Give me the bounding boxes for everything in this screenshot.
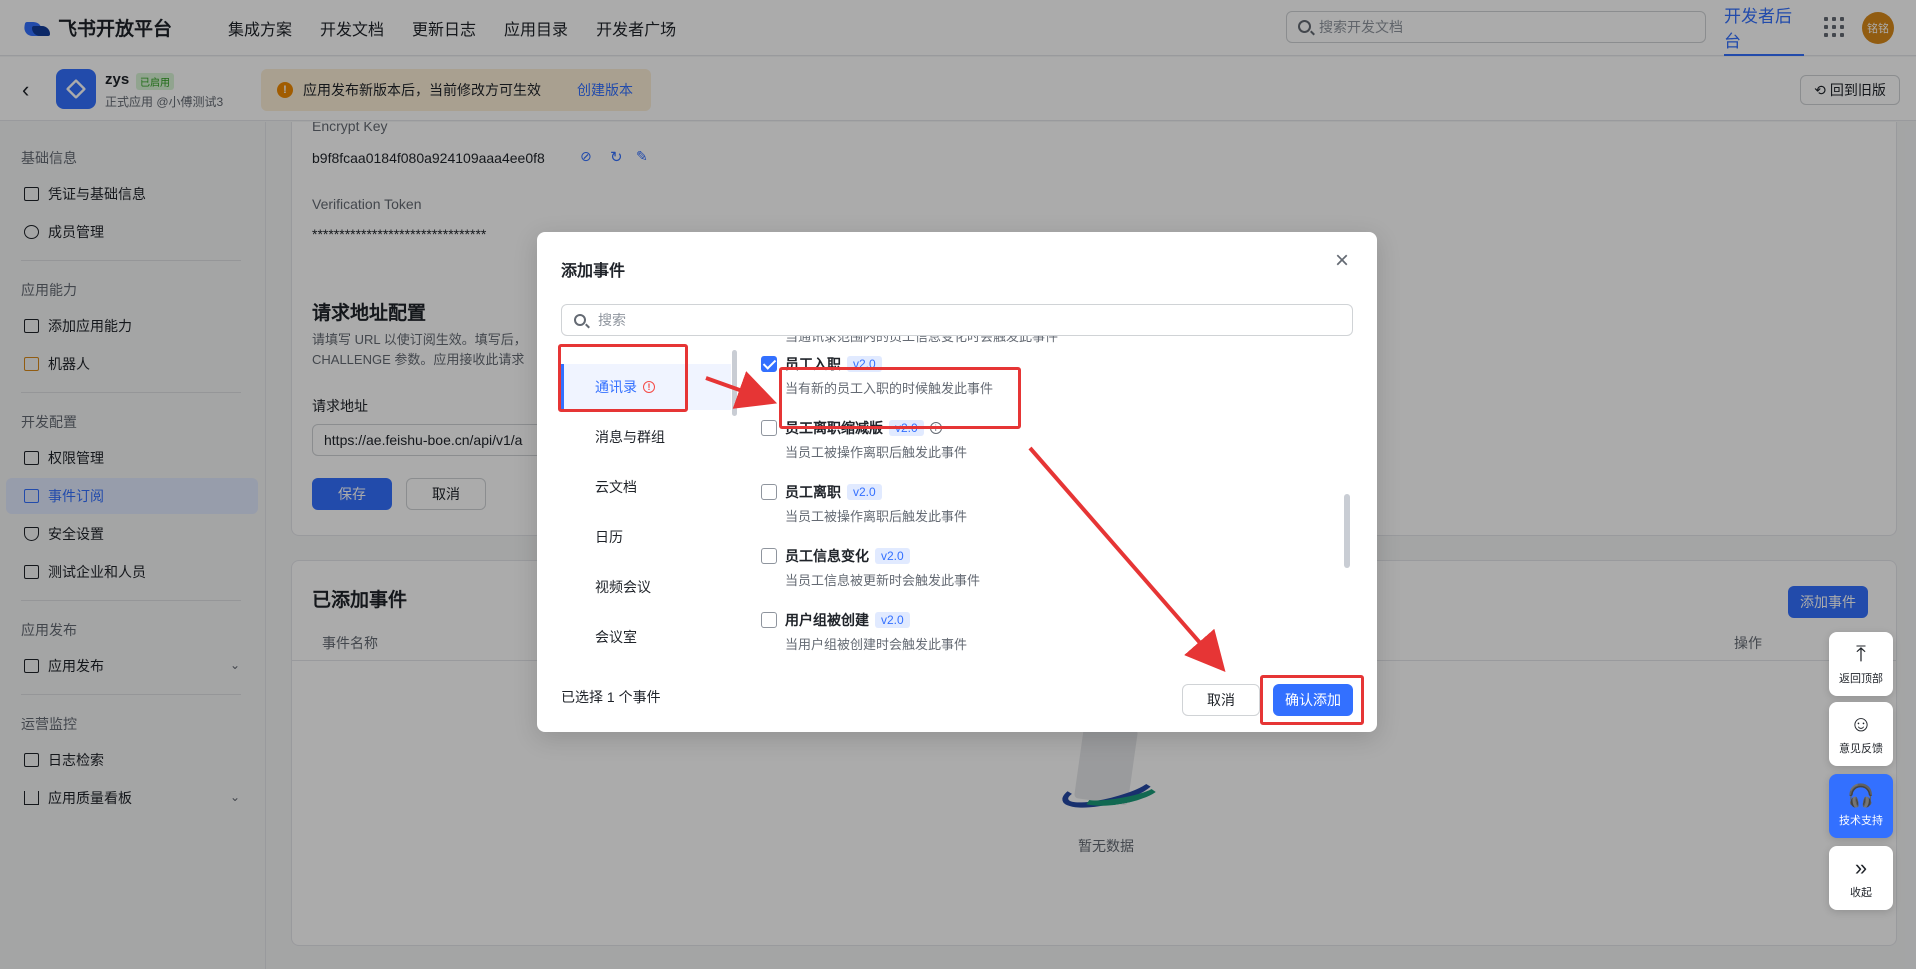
event-item-group-created[interactable]: 用户组被创建 v2.0 当用户组被创建时会触发此事件 [761,604,1321,660]
collapse-button[interactable]: » 收起 [1829,846,1893,910]
event-name: 用户组被创建 v2.0 [785,610,910,630]
category-docs[interactable]: 云文档 [561,464,731,510]
category-video-meeting[interactable]: 视频会议 [561,564,731,610]
highlight-box-event [779,367,1021,429]
highlight-box-confirm [1260,675,1364,725]
dialog-title: 添加事件 [561,263,626,280]
event-name: 员工信息变化 v2.0 [785,546,910,566]
category-scrollbar[interactable] [732,350,737,416]
event-list-scrollbar[interactable] [1344,494,1350,568]
add-event-dialog: 添加事件 × 搜索 通讯录! 消息与群组 云文档 日历 视频会议 会议室 当通讯… [537,232,1377,732]
double-chevron-right-icon: » [1854,855,1868,880]
tech-support-button[interactable]: 🎧 技术支持 [1829,774,1893,838]
event-desc: 当员工信息被更新时会触发此事件 [785,573,981,588]
event-desc: 当用户组被创建时会触发此事件 [785,637,968,652]
event-desc-partial: 当通讯录范围内的员工信息变化时会触发此事件 [785,336,1059,344]
event-desc: 当员工被操作离职后触发此事件 [785,509,968,524]
event-desc: 当员工被操作离职后触发此事件 [785,445,968,460]
category-messages[interactable]: 消息与群组 [561,414,731,460]
event-item-employee-leave[interactable]: 员工离职 v2.0 当员工被操作离职后触发此事件 [761,476,1321,532]
selected-count: 已选择 1 个事件 [561,689,661,705]
event-checkbox[interactable] [761,484,777,500]
event-checkbox[interactable] [761,548,777,564]
dialog-cancel-button[interactable]: 取消 [1182,684,1260,716]
smile-icon: ☺ [1849,711,1873,736]
event-item-employee-updated[interactable]: 员工信息变化 v2.0 当员工信息被更新时会触发此事件 [761,540,1321,596]
category-calendar[interactable]: 日历 [561,514,731,560]
category-meeting-room[interactable]: 会议室 [561,614,731,660]
event-name: 员工离职 v2.0 [785,482,882,502]
headset-icon: 🎧 [1847,783,1875,808]
list-item: 当通讯录范围内的员工信息变化时会触发此事件 [761,336,1321,348]
back-to-top-button[interactable]: ⤒ 返回顶部 [1829,632,1893,696]
event-checkbox[interactable] [761,420,777,436]
event-search-input[interactable]: 搜索 [561,304,1353,336]
close-icon[interactable]: × [1330,249,1354,274]
event-checkbox[interactable] [761,612,777,628]
highlight-box-category [558,344,688,412]
feedback-button[interactable]: ☺ 意见反馈 [1829,702,1893,766]
arrow-up-icon: ⤒ [1856,641,1866,666]
event-checkbox[interactable] [761,356,777,372]
search-icon [574,314,586,326]
